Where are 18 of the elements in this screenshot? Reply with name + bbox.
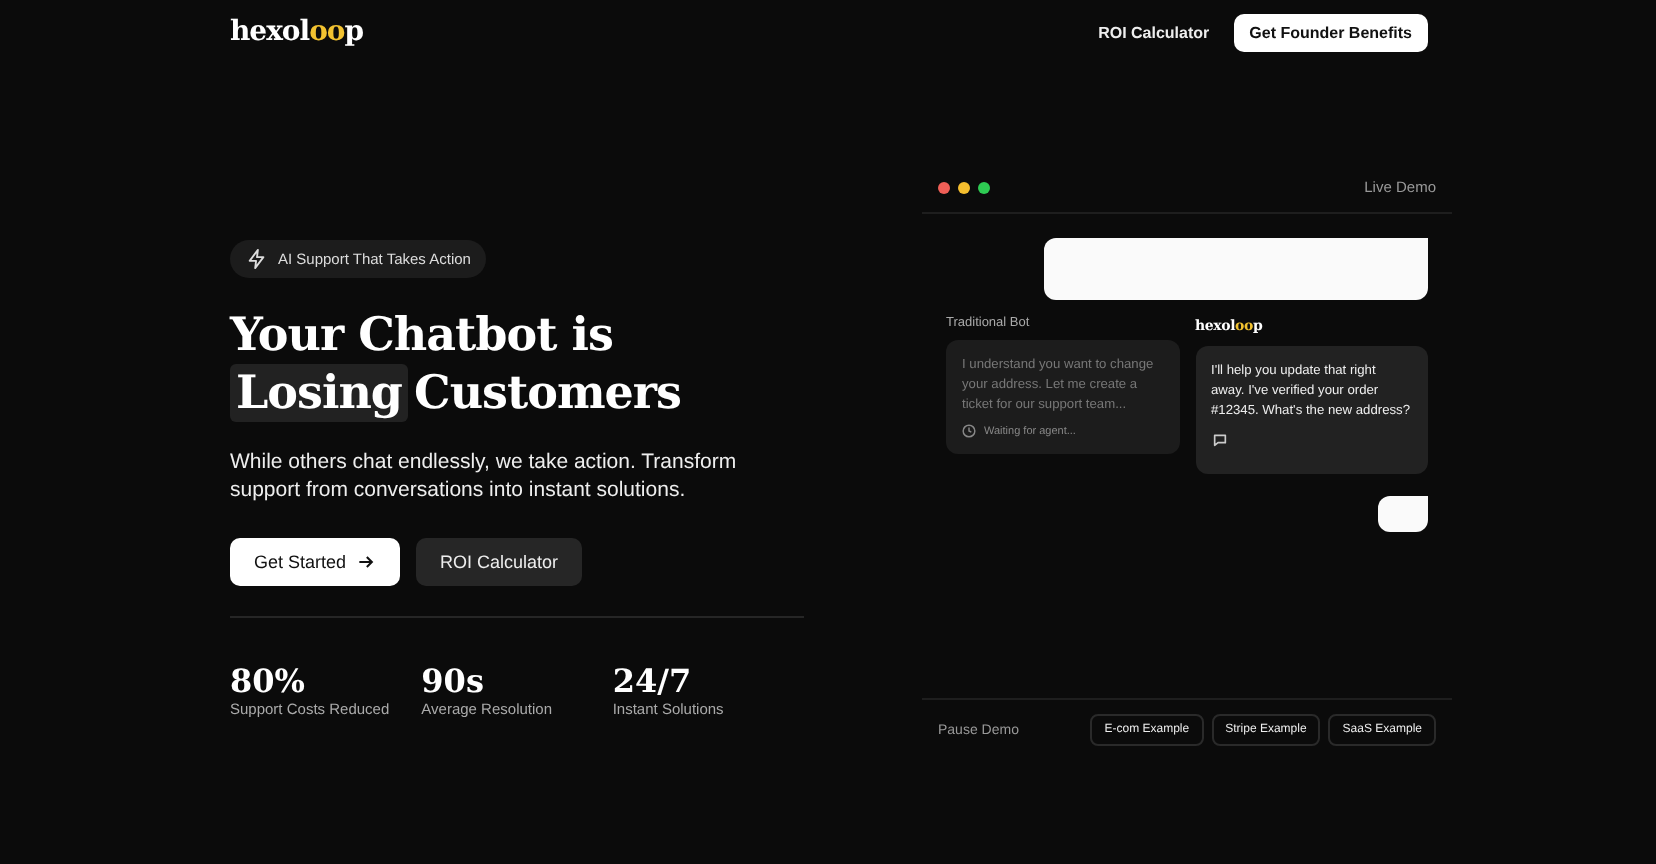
chat-icon xyxy=(1211,432,1227,448)
headline-line: Your Chatbot is xyxy=(230,306,615,364)
subtitle: While others chat endlessly, we take action. Transform support from conversations into instant solutions. xyxy=(230,448,739,504)
window-dots-icon xyxy=(938,181,990,193)
clock-icon xyxy=(962,424,976,438)
arrow-icon xyxy=(356,552,377,572)
get-started-button[interactable]: Get Started xyxy=(230,538,401,586)
headline-word: Customers xyxy=(414,364,681,422)
lightning-icon xyxy=(246,248,268,270)
stat-value: 80% xyxy=(230,664,307,700)
roi-calculator-button[interactable]: ROI Calculator xyxy=(416,538,583,586)
roi-calculator-link[interactable]: ROI Calculator xyxy=(1098,23,1210,41)
typing-bubble xyxy=(1378,496,1428,532)
founder-benefits-button[interactable]: Get Founder Benefits xyxy=(1233,13,1428,51)
logo[interactable]: hexoloop xyxy=(230,16,364,48)
highlighted-word: Losing xyxy=(230,364,409,422)
stat-value: 24/7 xyxy=(612,664,694,700)
stat-value: 90s xyxy=(421,664,486,700)
